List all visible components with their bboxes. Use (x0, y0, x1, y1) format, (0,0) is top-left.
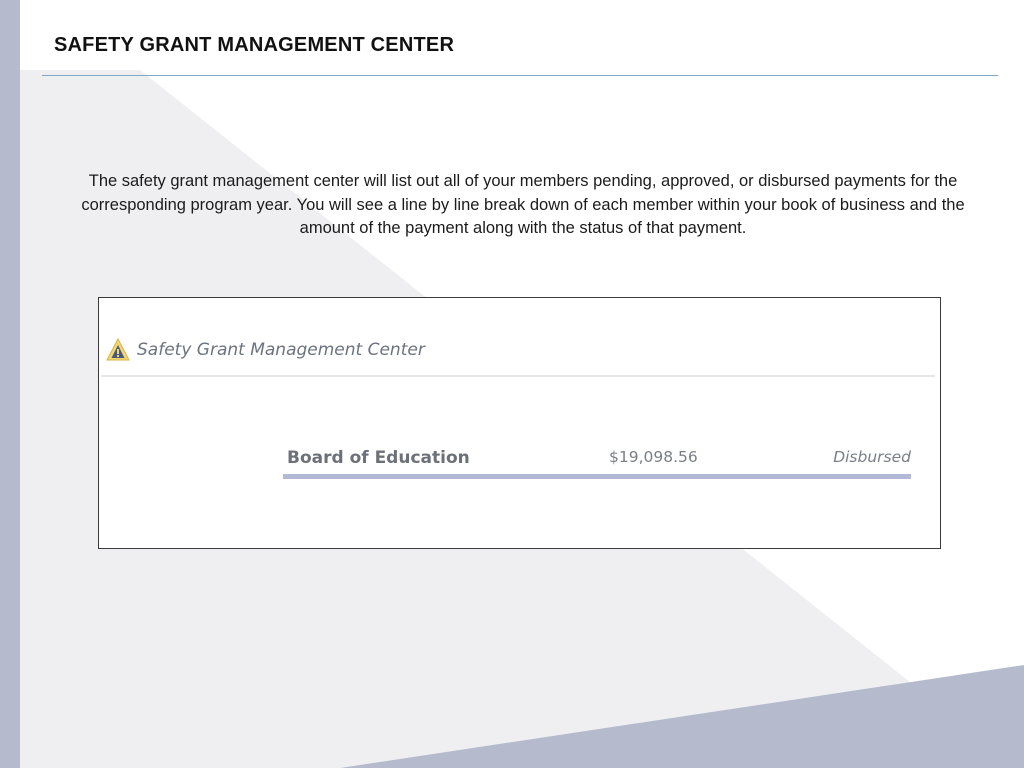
table-row: Board of Education $19,098.56 Disbursed (283, 442, 911, 480)
grant-center-screenshot: Safety Grant Management Center Board of … (98, 297, 941, 549)
payment-status: Disbursed (833, 448, 911, 466)
payment-amount: $19,098.56 (609, 448, 698, 466)
page-title: SAFETY GRANT MANAGEMENT CENTER (54, 34, 455, 56)
widget-header: Safety Grant Management Center (105, 336, 425, 364)
member-name: Board of Education (287, 448, 470, 468)
warning-triangle-icon (105, 337, 131, 363)
title-divider (42, 75, 998, 76)
description-text: The safety grant management center will … (81, 172, 965, 237)
row-underline (283, 474, 911, 479)
widget-title: Safety Grant Management Center (137, 340, 425, 360)
widget-divider (101, 375, 935, 377)
